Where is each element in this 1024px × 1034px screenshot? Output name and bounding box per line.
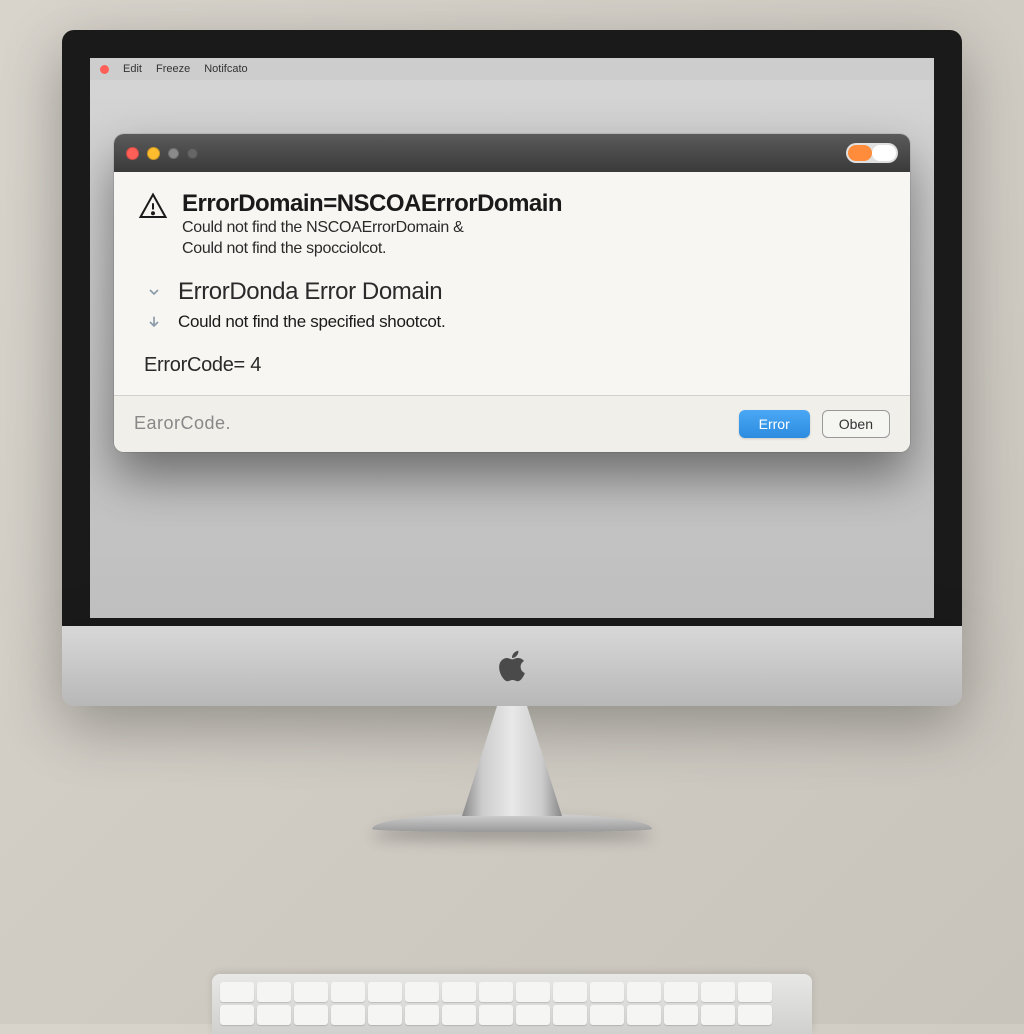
keyboard-key bbox=[442, 1005, 476, 1025]
keyboard-key bbox=[368, 982, 402, 1002]
keyboard-key bbox=[516, 1005, 550, 1025]
keyboard-key bbox=[627, 1005, 661, 1025]
error-title: ErrorDomain=NSCOAErrorDomain bbox=[182, 190, 562, 218]
window-control-dot[interactable] bbox=[168, 148, 179, 159]
keyboard-key bbox=[331, 1005, 365, 1025]
screen: Edit Freeze Notifcato bbox=[90, 58, 934, 618]
keyboard-key bbox=[294, 982, 328, 1002]
keyboard-key bbox=[479, 1005, 513, 1025]
keyboard-key bbox=[405, 982, 439, 1002]
window-controls bbox=[126, 147, 198, 160]
open-button[interactable]: Oben bbox=[822, 410, 890, 438]
keyboard-key bbox=[479, 982, 513, 1002]
menu-item[interactable]: Freeze bbox=[156, 63, 190, 75]
keyboard-key bbox=[553, 982, 587, 1002]
keyboard-key bbox=[553, 1005, 587, 1025]
keyboard-key bbox=[738, 982, 772, 1002]
monitor-bezel: Edit Freeze Notifcato bbox=[62, 30, 962, 626]
toggle-switch[interactable] bbox=[846, 143, 898, 163]
error-domain-label: ErrorDonda Error Domain bbox=[178, 278, 442, 306]
imac-monitor: Edit Freeze Notifcato bbox=[62, 30, 962, 832]
error-heading-block: ErrorDomain=NSCOAErrorDomain Could not f… bbox=[182, 190, 562, 260]
dialog-body: ErrorDomain=NSCOAErrorDomain Could not f… bbox=[114, 172, 910, 395]
window-control-dot[interactable] bbox=[187, 148, 198, 159]
keyboard-key bbox=[738, 1005, 772, 1025]
error-button[interactable]: Error bbox=[739, 410, 810, 438]
warning-icon bbox=[138, 192, 168, 222]
keyboard-key bbox=[627, 982, 661, 1002]
menu-items: Edit Freeze Notifcato bbox=[123, 63, 248, 75]
close-icon[interactable] bbox=[126, 147, 139, 160]
footer-errorcode-label: EarorCode. bbox=[134, 413, 231, 434]
error-dialog: ErrorDomain=NSCOAErrorDomain Could not f… bbox=[114, 134, 910, 452]
keyboard-key bbox=[701, 982, 735, 1002]
keyboard-key bbox=[368, 1005, 402, 1025]
keyboard-key bbox=[664, 1005, 698, 1025]
keyboard-key bbox=[590, 1005, 624, 1025]
keyboard-key bbox=[257, 982, 291, 1002]
keyboard-key bbox=[701, 1005, 735, 1025]
keyboard-key bbox=[331, 982, 365, 1002]
footer-buttons: Error Oben bbox=[739, 410, 890, 438]
error-message: Could not find the specified shootcot. bbox=[178, 312, 445, 332]
keyboard-key bbox=[294, 1005, 328, 1025]
keyboard-key bbox=[257, 1005, 291, 1025]
scene: Edit Freeze Notifcato bbox=[0, 0, 1024, 1024]
apple-logo-icon bbox=[496, 647, 528, 685]
monitor-stand-neck bbox=[462, 706, 562, 816]
toggle-off bbox=[872, 145, 896, 161]
indicator-dot bbox=[100, 65, 109, 74]
keyboard-key bbox=[516, 982, 550, 1002]
keyboard-key bbox=[442, 982, 476, 1002]
keyboard-key bbox=[220, 1005, 254, 1025]
keyboard-key bbox=[220, 982, 254, 1002]
minimize-icon[interactable] bbox=[147, 147, 160, 160]
keyboard bbox=[212, 974, 812, 1034]
error-subtext-1: Could not find the NSCOAErrorDomain & bbox=[182, 218, 562, 239]
toggle-on bbox=[848, 145, 872, 161]
keyboard-key bbox=[664, 982, 698, 1002]
monitor-stand-base bbox=[372, 814, 652, 832]
macos-menubar: Edit Freeze Notifcato bbox=[90, 58, 934, 80]
menubar-indicators bbox=[100, 65, 109, 74]
dialog-footer: EarorCode. Error Oben bbox=[114, 395, 910, 452]
dialog-titlebar bbox=[114, 134, 910, 172]
monitor-chin bbox=[62, 626, 962, 706]
menu-item[interactable]: Notifcato bbox=[204, 63, 247, 75]
error-subtext-2: Could not find the spocciolcot. bbox=[182, 239, 562, 260]
arrow-down-icon bbox=[144, 312, 164, 332]
keyboard-key bbox=[590, 982, 624, 1002]
error-code: ErrorCode= 4 bbox=[138, 354, 886, 395]
keyboard-key bbox=[405, 1005, 439, 1025]
chevron-down-icon bbox=[144, 282, 164, 302]
error-section-2: ErrorDonda Error Domain Could not find t… bbox=[138, 278, 886, 332]
menu-item[interactable]: Edit bbox=[123, 63, 142, 75]
